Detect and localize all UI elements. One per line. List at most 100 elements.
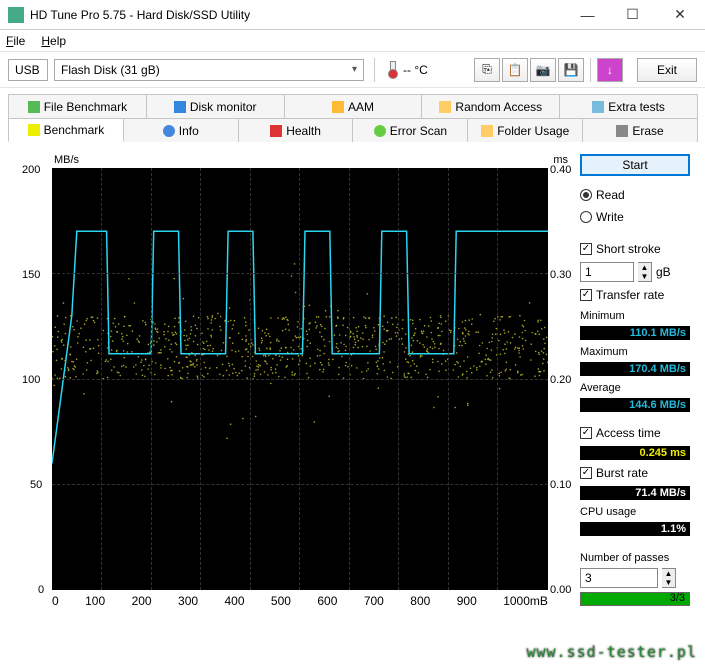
cpu-usage-label: CPU usage — [580, 506, 690, 518]
x-tick: 400 — [224, 594, 244, 608]
disk-select-value: Flash Disk (31 gB) — [61, 63, 160, 77]
minimize-button[interactable]: — — [565, 0, 610, 29]
read-radio[interactable] — [580, 189, 592, 201]
tab-row-bottom: Benchmark Info Health Error Scan Folder … — [8, 118, 697, 142]
temperature-display: -- °C — [385, 61, 428, 79]
passes-input[interactable]: 3 — [580, 568, 658, 588]
separator — [590, 58, 591, 82]
copy-info-button[interactable]: ⎘ — [474, 58, 500, 82]
transfer-rate-label: Transfer rate — [596, 288, 664, 302]
y2-tick: 0.00 — [550, 584, 571, 596]
start-button[interactable]: Start — [580, 154, 690, 176]
tab-health[interactable]: Health — [238, 118, 354, 142]
folder-icon — [481, 125, 493, 137]
x-tick: 800 — [410, 594, 430, 608]
disk-select[interactable]: Flash Disk (31 gB) ▾ — [54, 59, 364, 81]
tabs-container: File Benchmark Disk monitor AAM Random A… — [0, 88, 705, 142]
passes-progress-bar: 3/3 — [580, 592, 690, 606]
speaker-icon — [332, 101, 344, 113]
thermometer-icon — [385, 61, 399, 79]
toolbar: USB Flash Disk (31 gB) ▾ -- °C ⎘ 📋 📷 💾 ↓… — [0, 52, 705, 88]
y-tick: 0 — [38, 584, 44, 596]
save-icon: 💾 — [564, 63, 579, 77]
grid-line — [299, 168, 300, 590]
y2-tick: 0.20 — [550, 374, 571, 386]
clipboard-icon: 📋 — [508, 63, 523, 77]
x-tick: 600 — [317, 594, 337, 608]
tab-file-benchmark[interactable]: File Benchmark — [8, 94, 147, 118]
window-controls: — ☐ ✕ — [565, 0, 705, 29]
access-time-label: Access time — [596, 426, 661, 440]
access-time-checkbox[interactable] — [580, 427, 592, 439]
chart-area: MB/s ms 200 150 100 50 0 0.40 0.30 0.20 … — [10, 154, 570, 624]
y-tick: 200 — [22, 164, 40, 176]
x-tick: 0 — [52, 594, 59, 608]
benchmark-icon — [28, 124, 40, 136]
y2-tick: 0.30 — [550, 269, 571, 281]
tab-disk-monitor[interactable]: Disk monitor — [146, 94, 285, 118]
x-tick: 100 — [85, 594, 105, 608]
disk-type-field: USB — [8, 59, 48, 81]
short-stroke-input[interactable]: 1 — [580, 262, 634, 282]
side-panel: Start Read Write Short stroke 1 ▲▼ gB Tr… — [580, 154, 690, 624]
down-arrow-icon: ↓ — [607, 63, 613, 77]
write-radio[interactable] — [580, 211, 592, 223]
magnifier-icon — [374, 125, 386, 137]
close-button[interactable]: ✕ — [655, 0, 705, 29]
random-icon — [439, 101, 451, 113]
maximum-value: 170.4 MB/s — [580, 362, 690, 376]
transfer-rate-checkbox[interactable] — [580, 289, 592, 301]
grid-line — [497, 168, 498, 590]
grid-line — [448, 168, 449, 590]
camera-icon: 📷 — [536, 63, 551, 77]
menu-file[interactable]: File — [6, 34, 25, 48]
tab-folder-usage[interactable]: Folder Usage — [467, 118, 583, 142]
grid-line — [151, 168, 152, 590]
x-tick: 500 — [271, 594, 291, 608]
cpu-usage-value: 1.1% — [580, 522, 690, 536]
x-tick: 700 — [364, 594, 384, 608]
grid-line — [101, 168, 102, 590]
tab-benchmark[interactable]: Benchmark — [8, 118, 124, 142]
burst-rate-value: 71.4 MB/s — [580, 486, 690, 500]
read-label: Read — [596, 188, 625, 202]
tab-random-access[interactable]: Random Access — [421, 94, 560, 118]
tab-info[interactable]: Info — [123, 118, 239, 142]
grid-line — [250, 168, 251, 590]
chevron-down-icon: ▾ — [352, 64, 357, 75]
tab-extra-tests[interactable]: Extra tests — [559, 94, 698, 118]
save-button[interactable]: 💾 — [558, 58, 584, 82]
burst-rate-checkbox[interactable] — [580, 467, 592, 479]
app-icon — [8, 7, 24, 23]
content-area: MB/s ms 200 150 100 50 0 0.40 0.30 0.20 … — [0, 142, 705, 636]
health-icon — [270, 125, 282, 137]
temperature-value: -- °C — [403, 63, 428, 77]
short-stroke-spinner[interactable]: ▲▼ — [638, 262, 652, 282]
screenshot-button[interactable]: 📷 — [530, 58, 556, 82]
copy-screenshot-button[interactable]: 📋 — [502, 58, 528, 82]
short-stroke-checkbox[interactable] — [580, 243, 592, 255]
tab-row-top: File Benchmark Disk monitor AAM Random A… — [8, 94, 697, 118]
y-left-unit: MB/s — [54, 154, 79, 166]
y-tick: 100 — [22, 374, 40, 386]
options-button[interactable]: ↓ — [597, 58, 623, 82]
maximum-label: Maximum — [580, 346, 690, 358]
titlebar: HD Tune Pro 5.75 - Hard Disk/SSD Utility… — [0, 0, 705, 30]
passes-spinner[interactable]: ▲▼ — [662, 568, 676, 588]
minimum-value: 110.1 MB/s — [580, 326, 690, 340]
access-time-value: 0.245 ms — [580, 446, 690, 460]
grid-line — [200, 168, 201, 590]
tab-aam[interactable]: AAM — [284, 94, 423, 118]
maximize-button[interactable]: ☐ — [610, 0, 655, 29]
tab-erase[interactable]: Erase — [582, 118, 698, 142]
write-label: Write — [596, 210, 624, 224]
exit-button[interactable]: Exit — [637, 58, 697, 82]
grid-line — [52, 273, 548, 274]
x-tick: 300 — [178, 594, 198, 608]
menu-help[interactable]: Help — [41, 34, 66, 48]
file-icon — [28, 101, 40, 113]
window-title: HD Tune Pro 5.75 - Hard Disk/SSD Utility — [30, 8, 565, 22]
extra-icon — [592, 101, 604, 113]
x-axis-ticks: 0 100 200 300 400 500 600 700 800 900 10… — [52, 594, 548, 608]
tab-error-scan[interactable]: Error Scan — [352, 118, 468, 142]
